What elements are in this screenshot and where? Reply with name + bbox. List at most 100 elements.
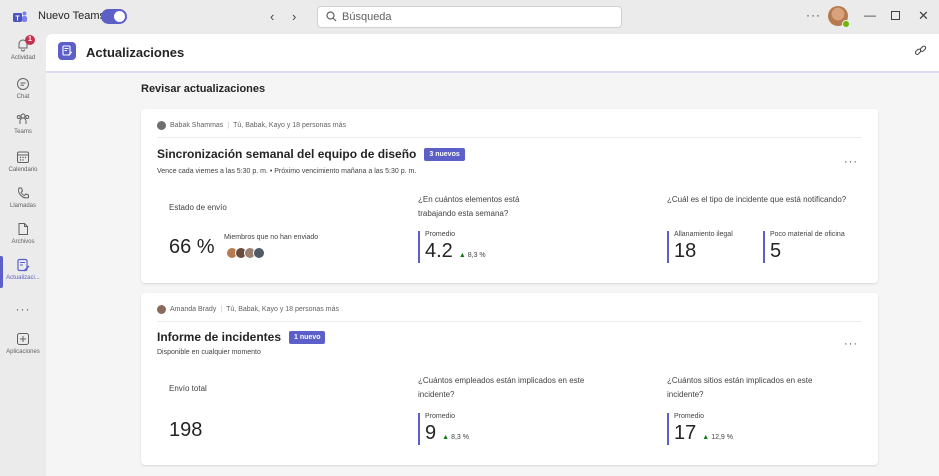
card-meta: Babak Shammas | Tú, Babak, Kayo y 18 per… xyxy=(157,121,346,130)
card-title-text: Sincronización semanal del equipo de dis… xyxy=(157,147,417,161)
stat-delta: ▲ 8,3 % xyxy=(459,252,486,259)
stat-value: 17 xyxy=(674,422,697,444)
presence-available-icon xyxy=(842,20,850,28)
main-pane: Actualizaciones Revisar actualizaciones … xyxy=(46,34,939,476)
minimize-icon[interactable]: — xyxy=(864,8,876,22)
file-icon xyxy=(18,223,28,235)
average-stat: Promedio 4.2 ▲ 8,3 % xyxy=(418,231,486,263)
stat-value: 18 xyxy=(674,240,697,262)
question-text: ¿Cuántos sitios están implicados en este… xyxy=(667,376,813,399)
section-title: Revisar actualizaciones xyxy=(141,83,266,95)
chat-icon xyxy=(17,78,29,90)
updates-app-icon xyxy=(58,42,76,60)
update-card[interactable]: Babak Shammas | Tú, Babak, Kayo y 18 per… xyxy=(141,109,878,283)
card-more-options-icon[interactable]: ··· xyxy=(844,338,858,350)
activity-badge: 1 xyxy=(25,35,35,45)
search-placeholder: Búsqueda xyxy=(342,11,392,23)
card-recipients: Tú, Babak, Kayo y 18 personas más xyxy=(226,306,339,313)
total-value: 198 xyxy=(169,419,203,441)
total-label: Envío total xyxy=(169,384,207,393)
back-arrow-icon[interactable]: ‹ xyxy=(270,9,274,24)
user-avatar[interactable] xyxy=(828,6,850,28)
trend-up-icon: ▲ xyxy=(458,252,466,259)
meta-separator: | xyxy=(220,306,223,313)
new-badge: 3 nuevos xyxy=(424,148,465,161)
card-subtitle: Disponible en cualquier momento xyxy=(157,349,261,356)
card-title[interactable]: Informe de incidentes 1 nuevo xyxy=(157,330,326,344)
rail-item-activity[interactable]: 1 Actividad xyxy=(0,35,46,61)
delta-value: 8,3 % xyxy=(451,434,469,441)
title-bar: T Nuevo Teams ‹ › Búsqueda ··· — ✕ xyxy=(0,0,939,34)
rail-more-apps-icon[interactable]: ··· xyxy=(0,302,46,316)
forward-arrow-icon[interactable]: › xyxy=(292,9,296,24)
stat-label: Promedio xyxy=(425,231,455,238)
stat-value: 5 xyxy=(770,240,782,262)
stat-delta: ▲ 8,3 % xyxy=(442,434,469,441)
delta-value: 8,3 % xyxy=(467,252,486,259)
rail-label: Teams xyxy=(14,129,32,135)
answer-stat: Poco material de oficina 5 xyxy=(763,231,845,263)
updates-icon xyxy=(17,258,30,272)
trend-up-icon: ▲ xyxy=(442,434,450,441)
link-icon[interactable] xyxy=(914,44,927,57)
rail-item-calendar[interactable]: Calendario xyxy=(0,150,46,173)
search-icon xyxy=(326,11,337,22)
maximize-icon[interactable] xyxy=(891,11,900,20)
phone-icon xyxy=(18,187,29,199)
teams-logo-icon: T xyxy=(13,11,27,23)
average-stat: Promedio 9 ▲ 8,3 % xyxy=(418,413,469,445)
rail-item-updates[interactable]: Actualizaci... xyxy=(0,258,46,281)
rail-item-chat[interactable]: Chat xyxy=(0,77,46,100)
card-subtitle: Vence cada viernes a las 5:30 p. m. • Pr… xyxy=(157,168,417,175)
stat-value: 9 xyxy=(425,422,437,444)
avatar xyxy=(253,247,265,259)
card-title[interactable]: Sincronización semanal del equipo de dis… xyxy=(157,147,465,161)
svg-text:T: T xyxy=(15,16,20,23)
rail-item-files[interactable]: Archivos xyxy=(0,222,46,245)
stat-value: 4.2 xyxy=(425,240,453,262)
card-meta: Amanda Brady | Tú, Babak, Kayo y 18 pers… xyxy=(157,305,339,314)
status-label: Estado de envío xyxy=(169,203,227,212)
page-header: Actualizaciones xyxy=(46,34,939,73)
rail-label: Actividad xyxy=(10,55,36,61)
card-author: Babak Shammas xyxy=(170,122,224,129)
add-apps-icon xyxy=(17,333,29,345)
stat-label: Poco material de oficina xyxy=(770,231,845,238)
rail-item-calls[interactable]: Llamadas xyxy=(0,186,46,209)
app-rail: 1 Actividad Chat Teams Calendario Llamad… xyxy=(0,34,46,476)
card-recipients: Tú, Babak, Kayo y 18 personas más xyxy=(233,122,346,129)
not-submitted-avatars[interactable] xyxy=(226,247,265,259)
app-name: Nuevo Teams xyxy=(38,10,106,22)
rail-item-apps[interactable]: Aplicaciones xyxy=(0,332,46,355)
header-divider xyxy=(46,71,939,73)
rail-label: Chat xyxy=(16,94,30,100)
rail-item-teams[interactable]: Teams xyxy=(0,112,46,135)
close-icon[interactable]: ✕ xyxy=(918,8,929,24)
stat-label: Promedio xyxy=(674,413,704,420)
trend-up-icon: ▲ xyxy=(702,434,710,441)
new-teams-toggle[interactable] xyxy=(101,9,127,24)
teams-icon xyxy=(16,113,30,124)
update-card[interactable]: Amanda Brady | Tú, Babak, Kayo y 18 pers… xyxy=(141,293,878,465)
page-title: Actualizaciones xyxy=(86,45,185,60)
average-stat: Promedio 17 ▲ 12,9 % xyxy=(667,413,733,445)
card-more-options-icon[interactable]: ··· xyxy=(844,156,858,168)
answer-stat: Allanamiento ilegal 18 xyxy=(667,231,733,263)
card-author: Amanda Brady xyxy=(170,306,217,313)
stat-label: Allanamiento ilegal xyxy=(674,231,733,238)
author-avatar xyxy=(157,121,166,130)
not-submitted-label: Miembros que no han enviado xyxy=(224,234,319,241)
stat-delta: ▲ 12,9 % xyxy=(702,434,733,441)
author-avatar xyxy=(157,305,166,314)
rail-label: Archivos xyxy=(11,239,35,245)
card-divider xyxy=(157,321,862,322)
rail-label: Calendario xyxy=(8,167,38,173)
more-options-icon[interactable]: ··· xyxy=(806,8,821,22)
new-badge: 1 nuevo xyxy=(289,331,326,344)
card-title-text: Informe de incidentes xyxy=(157,330,282,344)
stat-label: Promedio xyxy=(425,413,455,420)
rail-label: Aplicaciones xyxy=(6,349,40,355)
search-input[interactable]: Búsqueda xyxy=(317,6,622,28)
calendar-icon xyxy=(17,151,29,163)
question-text: ¿Cuántos empleados están implicados en e… xyxy=(418,376,585,399)
